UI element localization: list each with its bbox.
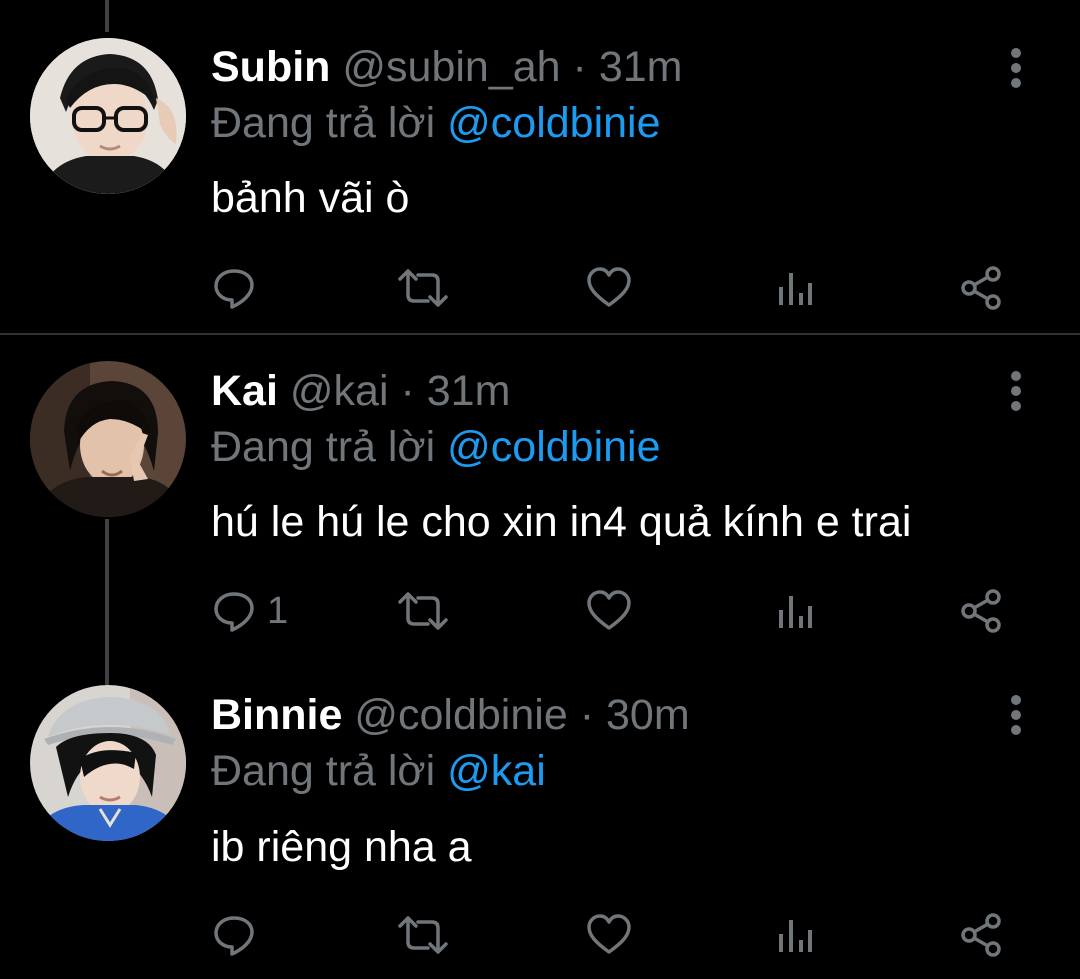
timestamp[interactable]: 31m xyxy=(427,367,511,415)
tweet-subin[interactable]: Subin @subin_ah · 31m Đang trả lời @cold… xyxy=(0,0,1080,335)
author-handle[interactable]: @subin_ah xyxy=(342,43,560,91)
more-icon xyxy=(1011,371,1021,411)
tweet-header: Binnie @coldbinie · 30m xyxy=(211,689,690,741)
action-bar xyxy=(211,910,1031,960)
share-icon xyxy=(961,266,1001,310)
retweet-button[interactable] xyxy=(397,263,449,313)
mention-link[interactable]: @kai xyxy=(447,747,546,795)
share-icon xyxy=(961,913,1001,957)
share-button[interactable] xyxy=(959,263,1005,313)
like-button[interactable] xyxy=(585,263,633,313)
reply-button[interactable]: 1 xyxy=(211,586,288,636)
avatar-photo-icon xyxy=(30,38,186,194)
avatar-photo-icon xyxy=(30,361,186,517)
avatar[interactable] xyxy=(30,361,186,517)
more-button[interactable] xyxy=(1003,369,1029,413)
replying-to-label: Đang trả lời xyxy=(211,99,436,147)
author-name[interactable]: Subin xyxy=(211,43,330,91)
share-button[interactable] xyxy=(959,910,1005,960)
thread-line xyxy=(105,665,109,685)
retweet-button[interactable] xyxy=(397,910,449,960)
separator-dot: · xyxy=(579,691,595,739)
mention-link[interactable]: @coldbinie xyxy=(447,423,660,471)
avatar[interactable] xyxy=(30,38,186,194)
reply-button[interactable] xyxy=(211,263,267,313)
thread-line xyxy=(105,519,109,665)
views-icon xyxy=(779,273,812,305)
retweet-button[interactable] xyxy=(397,586,449,636)
more-button[interactable] xyxy=(1003,46,1029,90)
tweet-text: hú le hú le cho xin in4 quả kính e trai xyxy=(211,498,912,546)
tweet-kai[interactable]: Kai @kai · 31m Đang trả lời @coldbinie h… xyxy=(0,335,1080,665)
reply-icon xyxy=(214,916,254,956)
reply-icon xyxy=(214,269,254,309)
views-button[interactable] xyxy=(775,586,815,636)
tweet-text: ib riêng nha a xyxy=(211,823,472,871)
author-name[interactable]: Binnie xyxy=(211,691,342,739)
author-handle[interactable]: @coldbinie xyxy=(354,691,567,739)
tweet-binnie[interactable]: Binnie @coldbinie · 30m Đang trả lời @ka… xyxy=(0,665,1080,979)
reply-button[interactable] xyxy=(211,910,267,960)
share-icon xyxy=(961,589,1001,633)
views-icon xyxy=(779,596,812,628)
avatar-photo-icon xyxy=(30,685,186,841)
author-handle[interactable]: @kai xyxy=(290,367,389,415)
like-icon xyxy=(587,914,631,954)
retweet-icon xyxy=(398,269,448,307)
timestamp[interactable]: 30m xyxy=(606,691,690,739)
views-icon xyxy=(779,920,812,952)
timestamp[interactable]: 31m xyxy=(599,43,683,91)
replying-to-label: Đang trả lời xyxy=(211,747,436,795)
more-button[interactable] xyxy=(1003,693,1029,737)
views-button[interactable] xyxy=(775,910,815,960)
views-button[interactable] xyxy=(775,263,815,313)
like-icon xyxy=(587,590,631,630)
replying-to: Đang trả lời @kai xyxy=(211,745,546,797)
separator-dot: · xyxy=(400,367,415,415)
retweet-icon xyxy=(398,592,448,630)
replying-to-label: Đang trả lời xyxy=(211,423,436,471)
more-icon xyxy=(1011,695,1021,735)
reply-count: 1 xyxy=(267,589,289,632)
share-button[interactable] xyxy=(959,586,1005,636)
like-button[interactable] xyxy=(585,586,633,636)
avatar[interactable] xyxy=(30,685,186,841)
replying-to: Đang trả lời @coldbinie xyxy=(211,421,661,473)
tweet-text: bảnh vãi ò xyxy=(211,174,410,222)
retweet-icon xyxy=(398,916,448,954)
action-bar xyxy=(211,263,1031,313)
replying-to: Đang trả lời @coldbinie xyxy=(211,97,661,149)
more-icon xyxy=(1011,48,1021,88)
like-icon xyxy=(587,267,631,307)
reply-icon xyxy=(214,592,254,632)
like-button[interactable] xyxy=(585,910,633,960)
tweet-header: Kai @kai · 31m xyxy=(211,365,510,417)
tweet-header: Subin @subin_ah · 31m xyxy=(211,41,682,93)
mention-link[interactable]: @coldbinie xyxy=(447,99,660,147)
author-name[interactable]: Kai xyxy=(211,367,278,415)
separator-dot: · xyxy=(572,43,587,91)
action-bar: 1 xyxy=(211,586,1031,636)
